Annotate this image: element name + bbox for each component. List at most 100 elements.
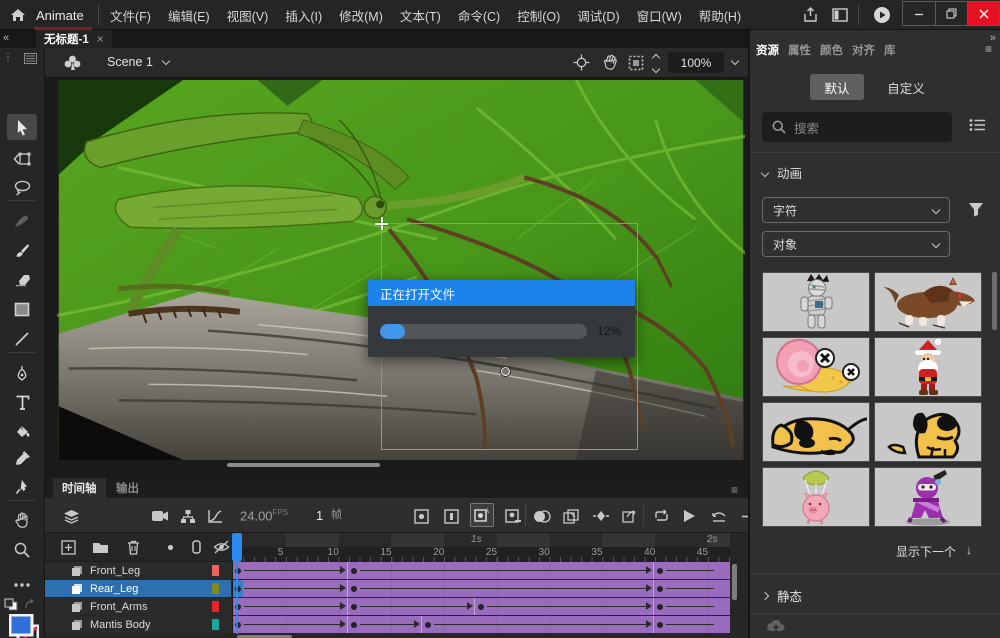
tab-properties[interactable]: 属性 [788, 42, 811, 58]
asset-pig-parachute[interactable] [762, 467, 870, 527]
line-tool[interactable] [7, 326, 37, 352]
tab-library[interactable]: 库 [884, 42, 896, 58]
tab-align[interactable]: 对齐 [852, 42, 875, 58]
hide-all-layers-icon[interactable] [212, 538, 230, 556]
asset-dog-crouching[interactable] [762, 402, 870, 462]
fps-value[interactable]: 24.00FPS [240, 508, 288, 523]
collapse-panels-icon[interactable]: « [3, 32, 7, 44]
tab-assets[interactable]: 资源 [756, 42, 779, 58]
create-classic-tween-icon[interactable] [620, 506, 640, 526]
rotate-hand-icon[interactable] [601, 54, 619, 71]
swap-colors-icon[interactable] [24, 599, 38, 611]
outline-view-icon[interactable] [187, 538, 205, 556]
menu-commands[interactable]: 命令(C) [458, 6, 500, 25]
stage-horizontal-scrollbar[interactable] [227, 463, 380, 467]
menu-control[interactable]: 控制(O) [517, 6, 560, 25]
loop-playback-icon[interactable] [651, 506, 671, 526]
panel-dots-icon[interactable]: ⋮ [3, 52, 13, 63]
document-tab[interactable]: 无标题-1 × [36, 30, 112, 48]
layer-row-front-arms[interactable]: Front_Arms [45, 598, 231, 615]
assets-vertical-scrollbar[interactable] [992, 272, 997, 330]
paint-bucket-tool[interactable] [7, 418, 37, 444]
layer-row-rear-leg[interactable]: Rear_Leg [45, 580, 231, 597]
insert-keyframe-icon[interactable] [411, 506, 431, 526]
menu-edit[interactable]: 编辑(E) [168, 6, 210, 25]
asset-ninja[interactable] [874, 467, 982, 527]
restore-button[interactable] [935, 2, 967, 25]
timeline-ruler[interactable]: 1s 2s 51015202530354045 [233, 533, 730, 562]
layers-stack-icon[interactable] [61, 506, 81, 526]
text-tool[interactable] [7, 389, 37, 415]
current-frame-value[interactable]: 1 [316, 508, 323, 523]
menu-text[interactable]: 文本(T) [400, 6, 441, 25]
list-view-icon[interactable] [969, 118, 986, 132]
selection-tool[interactable] [7, 114, 37, 140]
tab-timeline[interactable]: 时间轴 [53, 478, 106, 498]
menu-file[interactable]: 文件(F) [110, 6, 151, 25]
eyedropper-tool[interactable] [7, 446, 37, 472]
menu-view[interactable]: 视图(V) [227, 6, 269, 25]
insert-blank-keyframe-icon[interactable] [441, 506, 461, 526]
highlight-layers-dot-icon[interactable] [161, 538, 179, 556]
track-front-arms[interactable] [233, 598, 730, 615]
menu-debug[interactable]: 调试(D) [577, 6, 619, 25]
zoom-level-value[interactable]: 100% [668, 52, 724, 73]
lasso-tool[interactable] [7, 175, 37, 201]
free-transform-tool[interactable] [7, 146, 37, 172]
symbol-clover-icon[interactable] [63, 54, 82, 73]
onion-skin-icon[interactable] [532, 506, 552, 526]
share-icon[interactable] [800, 6, 820, 24]
playhead-handle[interactable] [232, 533, 242, 562]
object-dropdown[interactable]: 对象 [762, 231, 950, 257]
zoom-tool[interactable] [7, 537, 37, 563]
app-name[interactable]: Animate [36, 8, 84, 23]
timeline-tracks[interactable] [233, 562, 730, 634]
menu-window[interactable]: 窗口(W) [637, 6, 682, 25]
frame-graph-icon[interactable] [205, 506, 225, 526]
add-folder-button[interactable] [91, 538, 109, 556]
hand-tool[interactable] [7, 507, 37, 533]
asset-snail[interactable] [762, 337, 870, 397]
track-rear-leg[interactable] [233, 580, 730, 597]
layer-parenting-icon[interactable] [178, 506, 198, 526]
home-icon[interactable] [10, 7, 26, 23]
show-next-link[interactable]: 显示下一个 [896, 543, 956, 560]
asset-mummy[interactable] [762, 272, 870, 332]
filter-icon[interactable] [968, 202, 984, 217]
classic-brush-tool[interactable] [7, 238, 37, 264]
close-button[interactable] [967, 2, 999, 25]
menu-insert[interactable]: 插入(I) [285, 6, 322, 25]
document-tab-close-icon[interactable]: × [97, 32, 104, 46]
panel-menu-icon[interactable]: ≡ [985, 42, 992, 56]
play-button[interactable] [679, 506, 699, 526]
pen-tool[interactable] [7, 360, 37, 386]
character-dropdown[interactable]: 字符 [762, 197, 950, 223]
search-input[interactable]: 搜索 [762, 112, 952, 142]
add-layer-button[interactable] [59, 538, 77, 556]
menu-help[interactable]: 帮助(H) [699, 6, 741, 25]
create-motion-tween-icon[interactable] [591, 506, 611, 526]
asset-wolf[interactable] [874, 272, 982, 332]
timeline-panel-menu-icon[interactable]: ≡ [731, 483, 738, 497]
mode-custom-button[interactable]: 自定义 [876, 74, 936, 100]
scene-name[interactable]: Scene 1 [107, 55, 153, 69]
asset-dog-sitting[interactable] [874, 402, 982, 462]
auto-keyframe-toggle[interactable]: A [470, 503, 494, 527]
eraser-tool[interactable] [7, 267, 37, 293]
transform-point-handle[interactable] [501, 367, 510, 376]
tab-output[interactable]: 输出 [107, 478, 148, 498]
zoom-stepper[interactable] [651, 53, 659, 72]
track-mantis-body[interactable] [233, 616, 730, 633]
default-colors-icon[interactable] [4, 598, 18, 611]
delete-keyframe-icon[interactable] [503, 506, 523, 526]
layer-row-front-leg[interactable]: Front_Leg [45, 562, 231, 579]
mode-default-button[interactable]: 默认 [810, 74, 864, 100]
center-frame-icon[interactable] [709, 506, 729, 526]
rectangle-tool[interactable] [7, 296, 37, 322]
timeline-vertical-scrollbar[interactable] [732, 564, 737, 600]
delete-layer-button[interactable] [124, 538, 142, 556]
asset-warp-pin-tool[interactable] [7, 474, 37, 500]
camera-icon[interactable] [150, 506, 170, 526]
clip-content-outline-icon[interactable] [628, 55, 644, 71]
quick-share-play-icon[interactable] [872, 6, 892, 24]
